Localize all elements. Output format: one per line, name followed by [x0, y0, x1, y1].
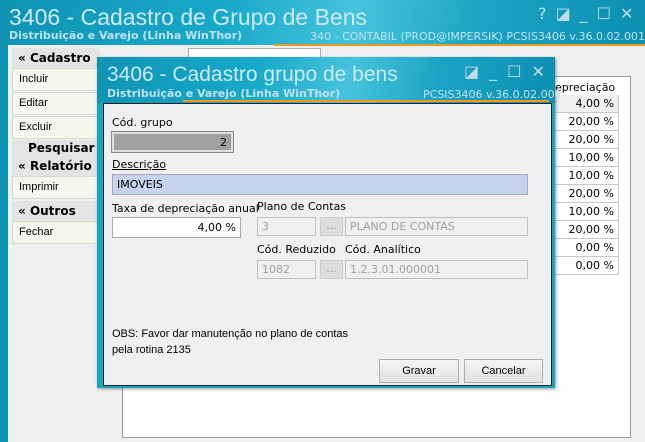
- grid-cell-depreciacao[interactable]: 20,00 %: [555, 131, 619, 149]
- analitico-label: Cód. Analítico: [345, 243, 421, 256]
- analitico-field[interactable]: 1.2.3.01.000001: [345, 260, 528, 279]
- dialog: 3406 - Cadastro grupo de bens Distribuiç…: [97, 57, 562, 388]
- help-icon[interactable]: ?: [538, 4, 547, 23]
- dialog-title: 3406 - Cadastro grupo de bens: [107, 63, 398, 86]
- taxa-label: Taxa de depreciação anual: [112, 202, 259, 215]
- minimize-icon[interactable]: _: [580, 4, 588, 23]
- dialog-subtitle: Distribuição e Varejo (Linha WinThor): [107, 87, 341, 100]
- sidebar-item-imprimir[interactable]: Imprimir: [12, 176, 100, 199]
- grid-cell-depreciacao[interactable]: 0,00 %: [555, 257, 619, 275]
- reduzido-field[interactable]: 1082: [257, 260, 316, 279]
- grid-cell-depreciacao[interactable]: 10,00 %: [555, 203, 619, 221]
- reduzido-lookup-button[interactable]: ...: [320, 260, 343, 279]
- gravar-button[interactable]: Gravar: [379, 359, 459, 383]
- close-icon[interactable]: ✕: [620, 4, 633, 23]
- maximize-icon[interactable]: ☐: [507, 62, 521, 81]
- main-info: 340 - CONTABIL (PROD@IMPERSIK) PCSIS3406…: [274, 30, 645, 46]
- main-title: 3406 - Cadastro de Grupo de Bens: [9, 4, 368, 30]
- grid-cell-depreciacao[interactable]: 10,00 %: [555, 149, 619, 167]
- restore-icon[interactable]: ◪: [556, 4, 571, 23]
- grid-cell-depreciacao[interactable]: 4,00 %: [555, 95, 619, 113]
- sidebar-group-pesquisar[interactable]: Pesquisar: [12, 140, 100, 156]
- descricao-field[interactable]: IMOVEIS: [112, 174, 528, 195]
- sidebar-item-editar[interactable]: Editar: [12, 92, 100, 115]
- reduzido-label: Cód. Reduzido: [257, 243, 336, 256]
- grid-cell-depreciacao[interactable]: 0,00 %: [555, 239, 619, 257]
- main-titlebar: 3406 - Cadastro de Grupo de Bens Distrib…: [0, 0, 645, 46]
- grid-cell-depreciacao[interactable]: 10,00 %: [555, 167, 619, 185]
- cod-grupo-field[interactable]: 2: [111, 131, 234, 153]
- sidebar: « Cadastro Incluir Editar Excluir Pesqui…: [12, 48, 100, 244]
- dialog-titlebar: 3406 - Cadastro grupo de bens Distribuiç…: [97, 57, 562, 103]
- sidebar-group-outros[interactable]: « Outros: [12, 201, 100, 221]
- plano-nome-field[interactable]: PLANO DE CONTAS: [345, 217, 528, 236]
- sidebar-group-cadastro[interactable]: « Cadastro: [12, 48, 100, 68]
- plano-label: Plano de Contas: [257, 200, 347, 213]
- grid-header-depreciacao[interactable]: epreciação: [555, 81, 615, 94]
- main-subtitle: Distribuição e Varejo (Linha WinThor): [9, 29, 243, 42]
- grid-cell-depreciacao[interactable]: 20,00 %: [555, 113, 619, 131]
- plano-cod-field[interactable]: 3: [257, 217, 316, 236]
- grid-cell-depreciacao[interactable]: 20,00 %: [555, 221, 619, 239]
- obs-line2: pela rotina 2135: [112, 344, 191, 356]
- sidebar-item-incluir[interactable]: Incluir: [12, 68, 100, 91]
- sidebar-item-excluir[interactable]: Excluir: [12, 116, 100, 139]
- obs-line1: OBS: Favor dar manutenção no plano de co…: [112, 328, 349, 340]
- dialog-body: Cód. grupo 2 Descrição IMOVEIS Taxa de d…: [103, 103, 552, 386]
- minimize-icon[interactable]: _: [489, 62, 497, 81]
- sidebar-item-fechar[interactable]: Fechar: [12, 221, 100, 244]
- sidebar-group-relatorio[interactable]: « Relatório: [12, 156, 100, 176]
- close-icon[interactable]: ✕: [531, 62, 544, 81]
- restore-icon[interactable]: ◪: [464, 62, 479, 81]
- descricao-label: Descrição: [112, 158, 167, 171]
- cod-grupo-label: Cód. grupo: [112, 116, 173, 129]
- grid-cell-depreciacao[interactable]: 20,00 %: [555, 185, 619, 203]
- cancelar-button[interactable]: Cancelar: [464, 359, 543, 383]
- plano-lookup-button[interactable]: ...: [320, 217, 343, 236]
- taxa-field[interactable]: 4,00 %: [112, 217, 241, 238]
- maximize-icon[interactable]: ☐: [597, 4, 611, 23]
